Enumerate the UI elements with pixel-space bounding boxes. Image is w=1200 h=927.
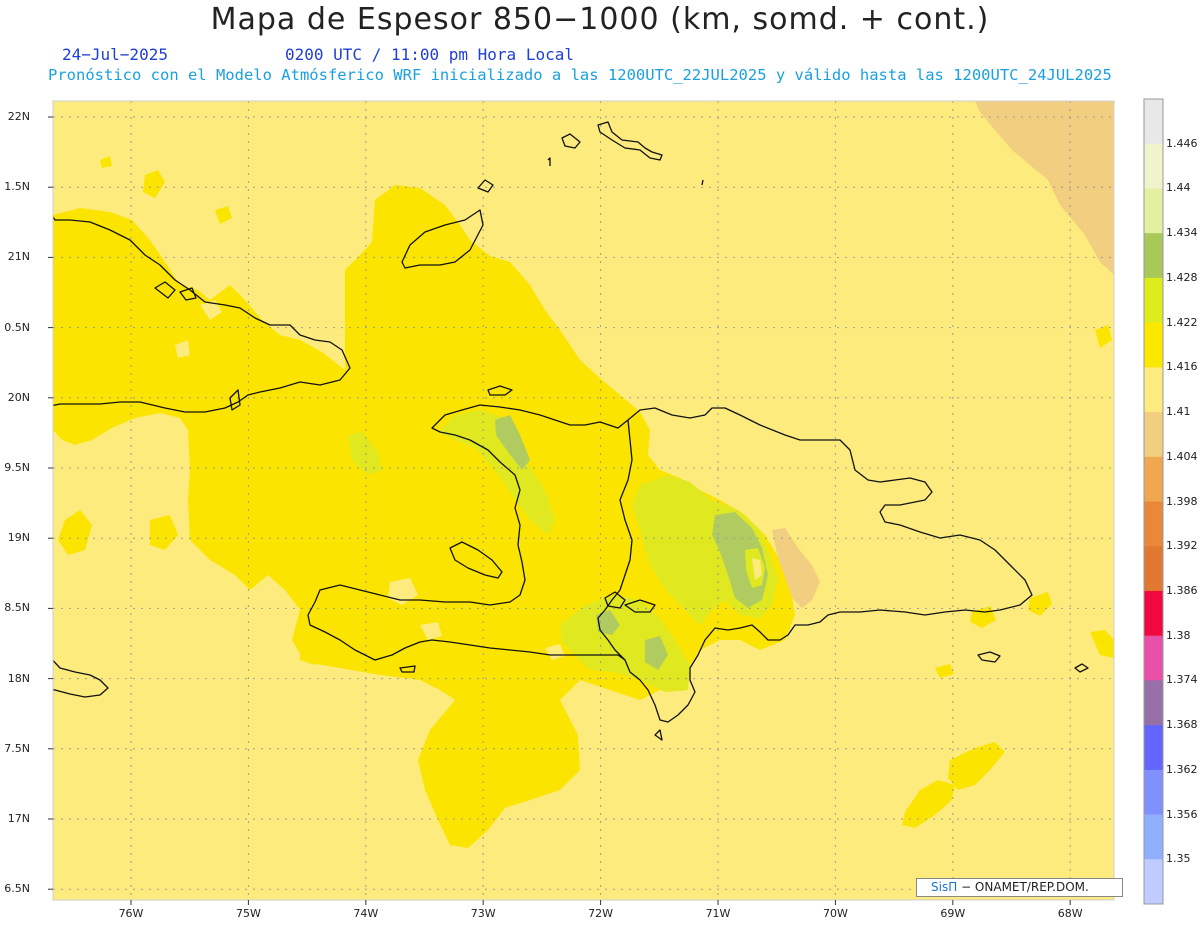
lat-label: 22N [7, 110, 30, 123]
colorbar-swatch [1144, 412, 1163, 458]
colorbar-level-label: 1.434 [1166, 226, 1198, 240]
lat-label: 18N [7, 671, 30, 685]
lat-label: 9.5N [4, 461, 30, 474]
lat-label: 19N [7, 531, 30, 545]
model-description: Pronóstico con el Modelo Atmósferico WRF… [48, 66, 1112, 84]
lon-label: 76W [118, 907, 144, 920]
lon-label: 69W [940, 907, 966, 920]
sispi-logo: SisΠ [931, 880, 958, 894]
colorbar-level-label: 1.446 [1166, 136, 1198, 150]
lon-label: 72W [588, 907, 614, 920]
colorbar-swatch [1144, 725, 1163, 771]
colorbar-swatch [1144, 501, 1163, 547]
colorbar-swatch [1144, 233, 1163, 279]
forecast-date: 24−Jul−2025 [62, 45, 168, 64]
colorbar-level-label: 1.374 [1166, 673, 1198, 687]
credit-text: − ONAMET/REP.DOM. [961, 880, 1089, 894]
colorbar-swatch [1144, 367, 1163, 413]
colorbar [1143, 98, 1164, 905]
lat-label: 20N [7, 390, 30, 404]
colorbar-level-label: 1.356 [1166, 807, 1198, 821]
lon-label: 70W [822, 907, 848, 920]
lat-label: 6.5N [4, 882, 30, 896]
colorbar-level-label: 1.35 [1166, 852, 1191, 866]
colorbar-swatch [1144, 277, 1163, 324]
colorbar-level-label: 1.44 [1166, 181, 1191, 195]
lat-label: 0.5N [4, 320, 30, 334]
colorbar-swatch [1144, 769, 1163, 816]
lon-label: 73W [470, 907, 496, 920]
colorbar-level-label: 1.398 [1166, 494, 1198, 508]
lon-label: 75W [235, 907, 261, 920]
colorbar-level-label: 1.368 [1166, 718, 1198, 732]
colorbar-level-label: 1.38 [1166, 628, 1191, 642]
colorbar-level-label: 1.404 [1166, 449, 1198, 463]
forecast-time: 0200 UTC / 11:00 pm Hora Local [285, 45, 574, 64]
lat-label: 21N [7, 250, 30, 264]
lat-label: 17N [7, 812, 30, 825]
thickness-map [48, 98, 1164, 905]
colorbar-level-label: 1.362 [1166, 762, 1198, 776]
colorbar-swatch [1144, 99, 1163, 145]
colorbar-swatch [1144, 456, 1163, 502]
colorbar-swatch [1144, 635, 1163, 681]
colorbar-level-label: 1.392 [1166, 539, 1198, 553]
colorbar-level-label: 1.386 [1166, 583, 1198, 597]
lat-label: 1.5N [4, 180, 30, 194]
colorbar-level-label: 1.428 [1166, 270, 1198, 284]
lon-label: 71W [705, 907, 731, 920]
colorbar-swatch [1144, 143, 1163, 189]
colorbar-swatch [1144, 590, 1163, 637]
colorbar-level-label: 1.41 [1166, 405, 1191, 419]
colorbar-swatch [1144, 680, 1163, 726]
colorbar-swatch [1144, 859, 1163, 905]
lat-label: 8.5N [4, 601, 30, 615]
colorbar-swatch [1144, 814, 1163, 860]
lat-label: 7.5N [4, 741, 30, 755]
colorbar-swatch [1144, 322, 1163, 368]
colorbar-swatch [1144, 546, 1163, 592]
colorbar-level-label: 1.416 [1166, 360, 1198, 374]
lon-label: 74W [353, 907, 379, 920]
map-title: Mapa de Espesor 850−1000 (km, somd. + co… [210, 2, 990, 37]
colorbar-swatch [1144, 188, 1163, 234]
lon-label: 68W [1057, 907, 1083, 920]
colorbar-level-label: 1.422 [1166, 315, 1198, 329]
credit-box: SisΠ − ONAMET/REP.DOM. [916, 878, 1123, 897]
